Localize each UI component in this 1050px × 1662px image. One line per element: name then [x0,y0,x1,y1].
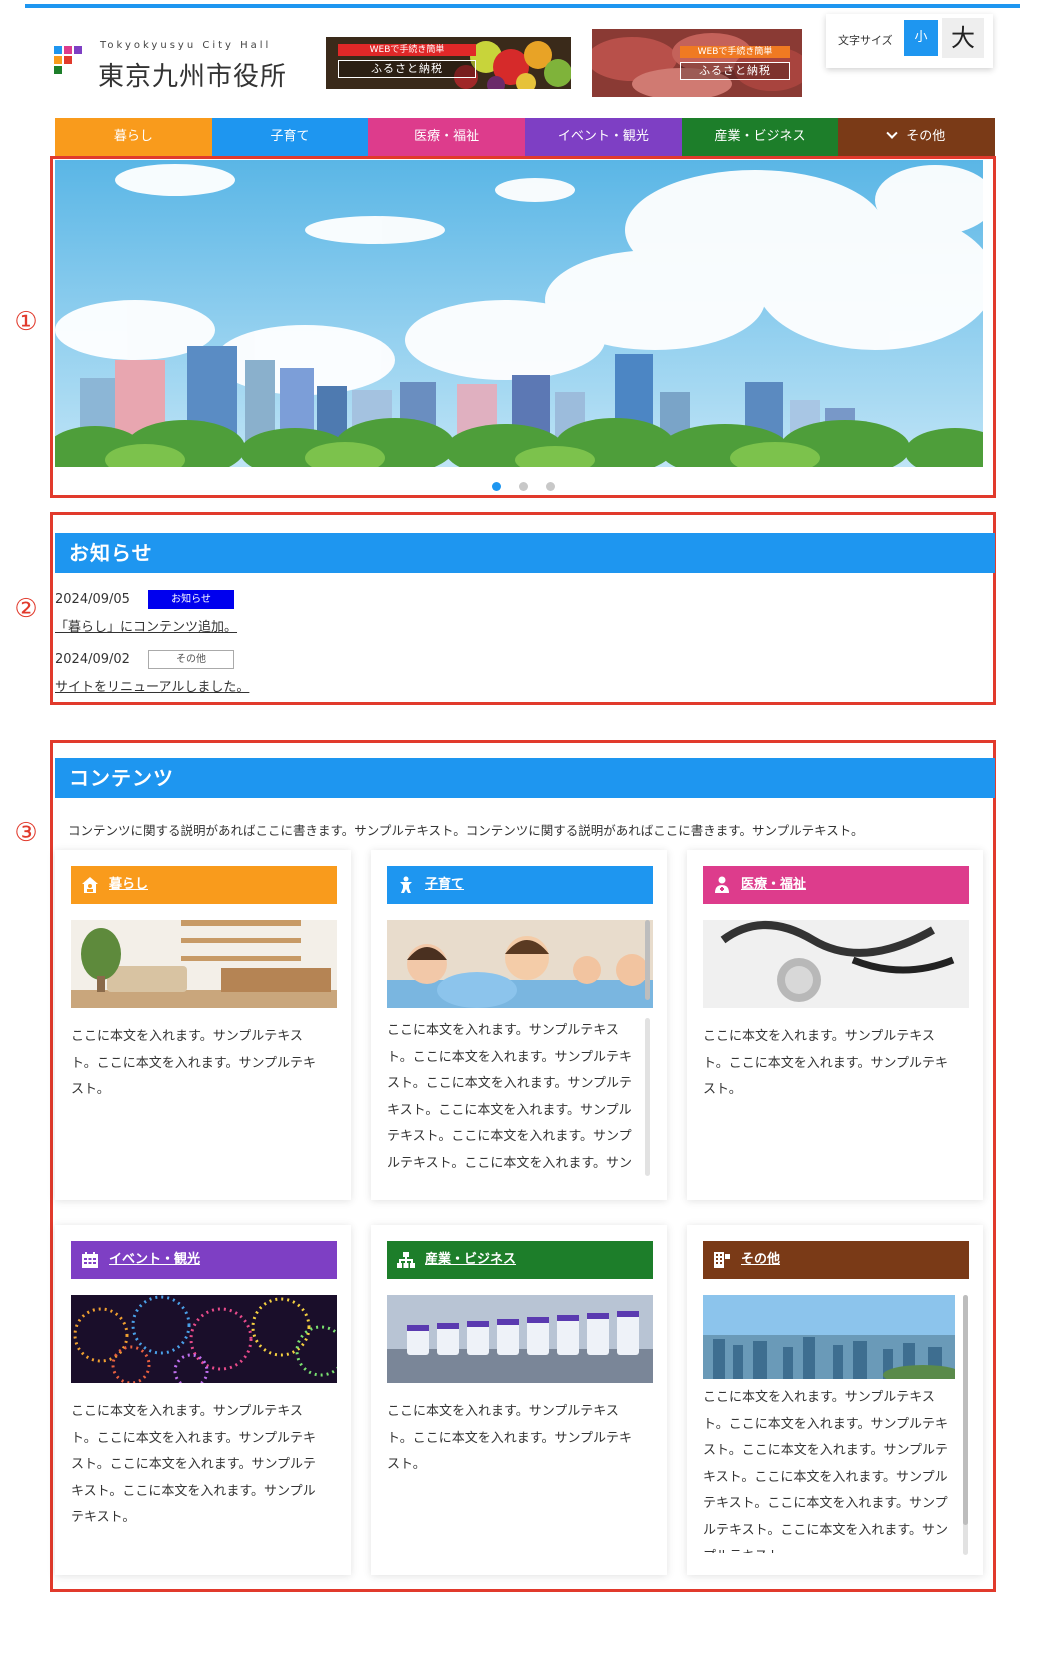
card-title-link[interactable]: 医療・福祉 [703,866,969,904]
news-category-badge: その他 [148,650,234,669]
sitemap-icon [397,1252,415,1268]
top-accent-line [25,4,1020,8]
nav-item-event-kanko[interactable]: イベント・観光 [525,118,682,156]
card-body-text: ここに本文を入れます。サンプルテキスト。ここに本文を入れます。サンプルテキスト。… [387,1023,633,1171]
factory-line-image [387,1295,653,1383]
card-body-text: ここに本文を入れます。サンプルテキスト。ここに本文を入れます。サンプルテキスト。 [387,1404,633,1472]
font-size-label: 文字サイズ [838,34,893,47]
building-icon [714,1252,730,1268]
slider-dot-1[interactable] [492,482,501,491]
card-image [703,920,969,1008]
chevron-down-icon [886,127,898,139]
cityscape-aerial-image [703,1295,955,1379]
furusato-banner-fruits[interactable]: WEBで手続き簡単 ふるさと納税 [326,37,571,89]
child-icon [400,876,412,893]
nav-item-label: 医療・福祉 [414,129,480,144]
banner-tag: WEBで手続き簡単 [680,46,790,58]
card-image [387,1295,653,1383]
logo-subtitle: Tokyokyusyu City Hall [100,40,272,51]
nav-item-label: 暮らし [113,129,153,144]
calendar-icon [82,1252,98,1268]
children-image [387,920,653,1008]
card-image [703,1295,955,1379]
card-title: 子育て [425,877,465,892]
news-link[interactable]: 「暮らし」にコンテンツ追加。 [55,616,237,635]
card-title-link[interactable]: 暮らし [71,866,337,904]
nav-item-label: イベント・観光 [557,129,649,144]
annotation-number-3: ③ [14,818,38,848]
font-size-small-button[interactable]: 小 [904,20,938,56]
card-title-link[interactable]: 子育て [387,866,653,904]
contents-heading: コンテンツ [55,758,995,798]
card-title: 医療・福祉 [741,877,807,892]
card-scrollbar[interactable] [963,1295,968,1525]
card-scrollbar[interactable] [645,920,650,1000]
nav-item-sangyo-business[interactable]: 産業・ビジネス [681,118,839,156]
city-skyline-image [55,160,983,467]
global-nav: 暮らし 子育て 医療・福祉 イベント・観光 産業・ビジネス その他 [55,118,996,156]
card-image [71,1295,337,1383]
banner-label: ふるさと納税 [680,62,790,80]
card-image [71,920,337,1008]
banner-label: ふるさと納税 [338,60,476,78]
nav-item-label: 子育て [270,129,310,144]
text-scrollbar[interactable] [645,1018,650,1176]
slider-pagination [492,482,555,491]
nav-item-label: 産業・ビジネス [714,129,806,144]
nav-item-kosodate[interactable]: 子育て [211,118,369,156]
news-date: 2024/09/02 [55,652,130,667]
card-title-link[interactable]: イベント・観光 [71,1241,337,1279]
content-card-event-kanko: イベント・観光 ここに本文を入れます。サンプルテキスト。ここに本文を入れます。サ… [55,1225,351,1575]
slider-dot-3[interactable] [546,482,555,491]
card-body-text: ここに本文を入れます。サンプルテキスト。ここに本文を入れます。サンプルテキスト。 [703,1029,949,1097]
card-body-text: ここに本文を入れます。サンプルテキスト。ここに本文を入れます。サンプルテキスト。… [703,1390,949,1553]
contents-description: コンテンツに関する説明があればここに書きます。サンプルテキスト。コンテンツに関す… [68,823,864,838]
font-size-large-button[interactable]: 大 [942,18,984,58]
doctor-icon [715,876,729,893]
living-room-image [71,920,337,1008]
stethoscope-image [703,920,969,1008]
news-date: 2024/09/05 [55,592,130,607]
content-card-sonota: その他 ここに本文を入れます。サンプルテキスト。ここに本文を入れます。サンプルテ… [687,1225,983,1575]
card-title-link[interactable]: 産業・ビジネス [387,1241,653,1279]
card-body-text: ここに本文を入れます。サンプルテキスト。ここに本文を入れます。サンプルテキスト。… [71,1404,317,1525]
logo-title: 東京九州市役所 [98,62,288,92]
content-card-kosodate: 子育て ここに本文を入れます。サンプルテキスト。ここに本文を入れます。サンプルテ… [371,850,667,1200]
card-title: その他 [741,1252,781,1267]
nav-item-iryo-fukushi[interactable]: 医療・福祉 [368,118,526,156]
card-body-text: ここに本文を入れます。サンプルテキスト。ここに本文を入れます。サンプルテキスト。 [71,1029,317,1097]
slider-dot-2[interactable] [519,482,528,491]
content-card-kurashi: 暮らし ここに本文を入れます。サンプルテキスト。ここに本文を入れます。サンプルテ… [55,850,351,1200]
news-link[interactable]: サイトをリニューアルしました。 [55,676,249,695]
card-title: イベント・観光 [109,1252,201,1267]
card-image [387,920,653,1008]
nav-item-label: その他 [906,129,946,144]
banner-tag: WEBで手続き簡単 [338,44,476,56]
nav-item-kurashi[interactable]: 暮らし [55,118,212,156]
content-card-sangyo-business: 産業・ビジネス ここに本文を入れます。サンプルテキスト。ここに本文を入れます。サ… [371,1225,667,1575]
font-size-control: 文字サイズ 小 大 [826,14,993,68]
furusato-banner-meat[interactable]: WEBで手続き簡単 ふるさと納税 [592,29,802,97]
card-title-link[interactable]: その他 [703,1241,969,1279]
logo-mark-icon [54,46,88,80]
news-category-badge: お知らせ [148,590,234,609]
annotation-number-1: ① [14,307,38,337]
house-icon [82,877,98,893]
hero-slider[interactable] [55,160,983,467]
nav-item-sonota[interactable]: その他 [838,118,996,156]
fireworks-image [71,1295,337,1383]
news-heading: お知らせ [55,533,995,573]
card-title: 暮らし [109,877,149,892]
card-title: 産業・ビジネス [425,1252,517,1267]
content-card-iryo-fukushi: 医療・福祉 ここに本文を入れます。サンプルテキスト。ここに本文を入れます。サンプ… [687,850,983,1200]
annotation-number-2: ② [14,594,38,624]
